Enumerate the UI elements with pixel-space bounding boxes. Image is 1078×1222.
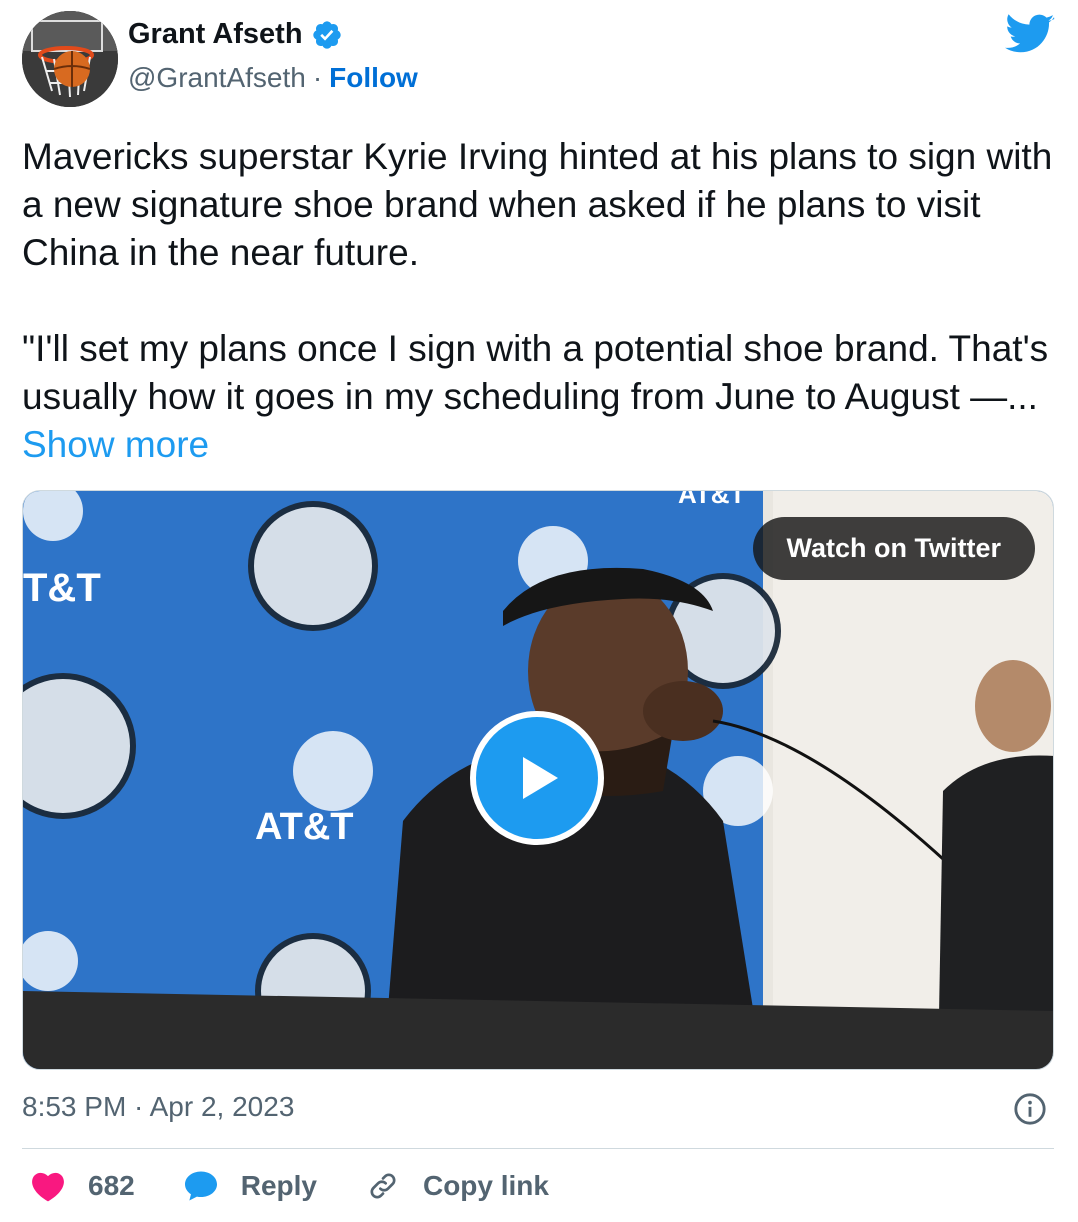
play-icon (523, 757, 558, 799)
heart-icon (32, 1172, 64, 1202)
tweet-text: Mavericks superstar Kyrie Irving hinted … (22, 136, 1053, 417)
backdrop-att-text: T&T (23, 566, 101, 610)
info-icon[interactable] (1013, 1092, 1047, 1126)
avatar[interactable] (22, 11, 118, 107)
twitter-bird-icon[interactable] (1005, 14, 1055, 56)
separator: · (312, 62, 323, 93)
copy-link-button[interactable]: Copy link (365, 1170, 549, 1202)
link-icon (370, 1173, 396, 1199)
video-thumbnail[interactable]: T&T AT&T AT&T Watch on Twitter (22, 490, 1054, 1070)
copy-link-label: Copy link (422, 1170, 549, 1201)
like-button[interactable]: 682 (30, 1170, 135, 1202)
backdrop-att-text: AT&T (678, 491, 746, 509)
action-bar: 682 Reply Copy link (30, 1170, 597, 1202)
follow-button[interactable]: Follow (329, 62, 418, 94)
author-handle[interactable]: @GrantAfseth (128, 62, 306, 94)
reply-label: Reply (240, 1170, 317, 1201)
show-more-link[interactable]: Show more (22, 424, 209, 465)
reply-bubble-icon (184, 1171, 217, 1201)
reply-button[interactable]: Reply (183, 1170, 317, 1202)
watch-on-twitter-button[interactable]: Watch on Twitter (752, 517, 1035, 580)
tweet-body: Mavericks superstar Kyrie Irving hinted … (22, 133, 1062, 469)
verified-badge-icon (312, 20, 341, 49)
like-count: 682 (88, 1170, 135, 1201)
divider (22, 1148, 1054, 1149)
play-button[interactable] (470, 711, 604, 845)
backdrop-att-text: AT&T (255, 806, 354, 848)
author-name[interactable]: Grant Afseth (128, 18, 303, 51)
watch-on-twitter-label: Watch on Twitter (786, 533, 1001, 563)
tweet-timestamp[interactable]: 8:53 PM · Apr 2, 2023 (22, 1091, 294, 1123)
